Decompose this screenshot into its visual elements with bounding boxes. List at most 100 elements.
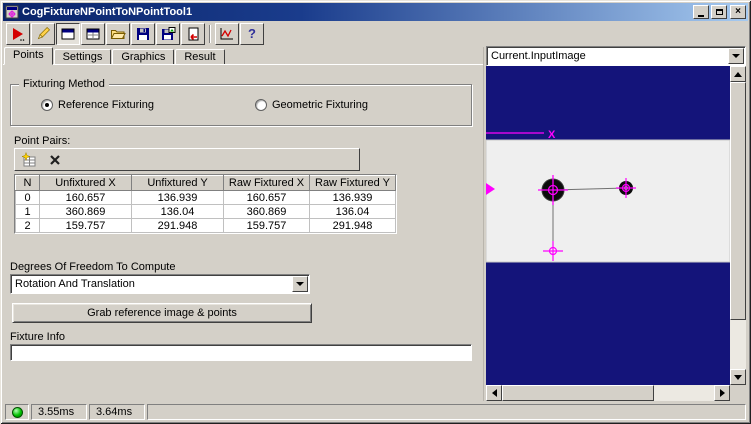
minimize-button[interactable] — [693, 5, 709, 19]
tab-graphics[interactable]: Graphics — [112, 49, 175, 65]
status-time-2: 3.64ms — [89, 404, 145, 420]
status-time-1: 3.55ms — [31, 404, 87, 420]
cell[interactable]: 360.869 — [223, 204, 310, 219]
reset-page-icon — [188, 27, 199, 40]
dof-select[interactable]: Rotation And Translation — [10, 274, 310, 294]
input-image-canvas: X — [485, 66, 731, 385]
status-indicator-panel — [5, 404, 29, 420]
save-file-button[interactable] — [131, 22, 155, 45]
tab-label: Graphics — [121, 51, 166, 63]
tab-label: Points — [13, 49, 44, 61]
fixturing-method-group: Fixturing Method Reference Fixturing Geo… — [10, 78, 472, 126]
electric-edit-button[interactable] — [31, 22, 55, 45]
cell[interactable]: 160.657 — [39, 190, 132, 205]
cell[interactable]: 159.757 — [39, 218, 132, 233]
tab-label: Result — [184, 51, 216, 63]
horizontal-scrollbar[interactable] — [486, 385, 730, 401]
tool-window: CogFixtureNPointToNPointTool1 × ? Points… — [0, 0, 751, 424]
dropdown-button[interactable] — [292, 276, 308, 292]
toolbar-separator — [209, 24, 211, 43]
signal-graph-button[interactable] — [215, 22, 239, 45]
column-header[interactable]: Raw Fixtured Y — [309, 175, 396, 191]
dof-label: Degrees Of Freedom To Compute — [10, 261, 176, 273]
column-header[interactable]: Unfixtured Y — [131, 175, 224, 191]
cell[interactable]: 160.657 — [223, 190, 310, 205]
cell[interactable]: 136.939 — [131, 190, 224, 205]
cell[interactable]: 2 — [15, 218, 40, 233]
grid-row[interactable]: 1 360.869 136.04 360.869 136.04 — [15, 204, 396, 219]
radio-label: Geometric Fixturing — [272, 99, 368, 111]
window-title: CogFixtureNPointToNPointTool1 — [22, 6, 193, 18]
floppy-image-icon — [162, 26, 176, 40]
column-header[interactable]: Unfixtured X — [39, 175, 132, 191]
scroll-left-button[interactable] — [486, 385, 502, 401]
fixture-info-label: Fixture Info — [10, 331, 66, 343]
cell[interactable]: 136.939 — [309, 190, 396, 205]
cell[interactable]: 0 — [15, 190, 40, 205]
tab-label: Settings — [62, 51, 103, 63]
scrollbar-corner — [730, 385, 746, 401]
main-toolbar: ? — [3, 21, 748, 46]
tab-settings[interactable]: Settings — [53, 49, 112, 65]
radio-label: Reference Fixturing — [58, 99, 154, 111]
column-header[interactable]: N — [15, 175, 40, 191]
signal-graph-icon — [220, 27, 233, 39]
lightning-pencil-icon — [37, 26, 51, 39]
floating-window-icon — [61, 28, 75, 39]
image-display[interactable]: X — [485, 66, 731, 385]
floppy-icon — [137, 27, 149, 40]
grab-reference-button[interactable]: Grab reference image & points — [12, 303, 312, 323]
maximize-button[interactable] — [711, 5, 727, 19]
grid-header-row: N Unfixtured X Unfixtured Y Raw Fixtured… — [15, 175, 396, 191]
tab-points[interactable]: Points — [4, 47, 53, 65]
cell[interactable]: 136.04 — [309, 204, 396, 219]
save-image-button[interactable] — [156, 22, 180, 45]
add-row-icon — [21, 151, 36, 166]
cell[interactable]: 1 — [15, 204, 40, 219]
cell[interactable]: 291.948 — [131, 218, 224, 233]
status-bar: 3.55ms 3.64ms — [3, 403, 748, 421]
docked-window-button[interactable] — [81, 22, 105, 45]
app-icon — [5, 5, 19, 19]
scroll-down-button[interactable] — [730, 369, 746, 385]
vertical-scroll-thumb[interactable] — [730, 82, 746, 320]
dropdown-button[interactable] — [728, 48, 744, 64]
delete-x-icon — [50, 154, 60, 165]
radio-reference-fixturing[interactable]: Reference Fixturing — [41, 99, 154, 111]
chevron-down-icon — [296, 282, 304, 286]
cell[interactable]: 136.04 — [131, 204, 224, 219]
column-header[interactable]: Raw Fixtured X — [223, 175, 310, 191]
point-pairs-label: Point Pairs: — [14, 135, 71, 147]
status-message-panel — [147, 404, 746, 420]
vertical-scrollbar[interactable] — [730, 66, 746, 385]
dof-selected-value: Rotation And Translation — [15, 278, 135, 290]
cell[interactable]: 291.948 — [309, 218, 396, 233]
point-pairs-toolbar — [14, 148, 360, 171]
title-bar[interactable]: CogFixtureNPointToNPointTool1 × — [3, 3, 748, 21]
arrow-down-icon — [734, 374, 742, 380]
maximize-icon — [715, 9, 723, 15]
horizontal-scroll-thumb[interactable] — [502, 385, 654, 401]
radio-geometric-fixturing[interactable]: Geometric Fixturing — [255, 99, 368, 111]
radio-button-icon — [255, 99, 267, 111]
grid-row[interactable]: 0 160.657 136.939 160.657 136.939 — [15, 190, 396, 205]
run-button[interactable] — [6, 22, 30, 45]
floating-window-button[interactable] — [56, 22, 80, 45]
scroll-up-button[interactable] — [730, 66, 746, 82]
add-point-button[interactable] — [18, 150, 40, 169]
open-file-button[interactable] — [106, 22, 130, 45]
arrow-up-icon — [734, 71, 742, 77]
scroll-right-button[interactable] — [714, 385, 730, 401]
cell[interactable]: 159.757 — [223, 218, 310, 233]
reset-button[interactable] — [181, 22, 205, 45]
cell[interactable]: 360.869 — [39, 204, 132, 219]
fixture-info-input[interactable] — [10, 344, 472, 361]
part-region — [485, 139, 731, 263]
delete-point-button[interactable] — [44, 150, 66, 169]
tab-result[interactable]: Result — [175, 49, 225, 65]
open-folder-icon — [110, 29, 126, 39]
grid-row[interactable]: 2 159.757 291.948 159.757 291.948 — [15, 218, 396, 233]
help-button[interactable]: ? — [240, 22, 264, 45]
image-source-select[interactable]: Current.InputImage — [486, 46, 746, 66]
close-button[interactable]: × — [730, 5, 746, 19]
